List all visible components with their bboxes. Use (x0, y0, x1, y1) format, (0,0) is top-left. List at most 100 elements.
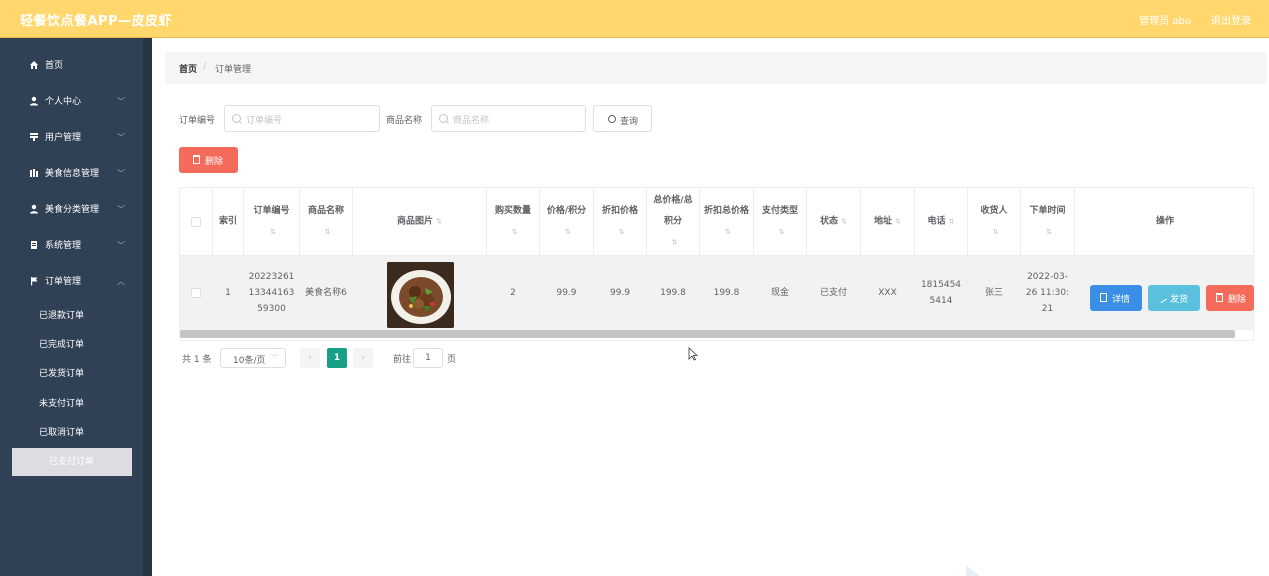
submenu-item-refunded[interactable]: 已退款订单 (0, 302, 143, 330)
table-cell-quantity: 2 (487, 256, 540, 330)
submenu-item-paid[interactable]: 已支付订单 (12, 448, 132, 476)
table-cell-product-image (353, 256, 487, 330)
food-icon (29, 168, 39, 178)
table-cell-product-name: 美食名称6 (300, 256, 353, 330)
sort-icon[interactable]: ⇅ (895, 211, 901, 232)
table-header-select (180, 188, 213, 256)
product-name-label: 商品名称 (386, 116, 423, 126)
breadcrumb-separator: / (203, 62, 207, 72)
sidebar-item-home[interactable]: 首页 (0, 48, 143, 84)
column-label: 订单编号 (253, 205, 290, 216)
table-header-quantity[interactable]: 购买数量 ⇅ (487, 188, 540, 256)
sort-icon[interactable]: ⇅ (841, 211, 847, 232)
table-header-price[interactable]: 价格/积分 ⇅ (540, 188, 594, 256)
submenu-item-label: 已退款订单 (39, 311, 85, 321)
sidebar-item-label: 美食分类管理 (45, 205, 100, 215)
sort-icon[interactable]: ⇅ (565, 222, 571, 243)
sidebar-item-label: 系统管理 (45, 241, 82, 251)
top-header: 轻餐饮点餐APP—皮皮虾 管理员 abo 退出登录 (0, 0, 1269, 38)
table-header-receiver[interactable]: 收货人 ⇅ (968, 188, 1021, 256)
product-name-input[interactable]: 商品名称 (431, 105, 586, 132)
prev-page-button[interactable]: ‹ (300, 348, 320, 368)
next-page-button[interactable]: › (353, 348, 373, 368)
product-name-placeholder: 商品名称 (453, 116, 490, 126)
column-label: 状态 (820, 216, 839, 226)
logout-link[interactable]: 退出登录 (1211, 12, 1251, 27)
table-horizontal-scrollbar[interactable] (180, 330, 1235, 338)
table-cell-status: 已支付 (807, 256, 861, 330)
row-delete-button[interactable]: 删除 (1206, 285, 1254, 311)
page-size-select[interactable]: 10条/页 ﹀ (220, 348, 286, 368)
search-icon (439, 114, 448, 123)
goto-page-input[interactable]: 1 (413, 348, 443, 368)
sidebar-scroll-rail (143, 38, 152, 576)
sort-icon[interactable]: ⇅ (949, 211, 955, 232)
product-image[interactable] (387, 262, 454, 328)
page-number-current[interactable]: 1 (327, 348, 347, 368)
sort-icon[interactable]: ⇅ (512, 222, 518, 243)
sort-icon[interactable]: ⇅ (993, 222, 999, 243)
sidebar-item-label: 订单管理 (45, 277, 82, 287)
sort-icon[interactable]: ⇅ (725, 222, 731, 243)
cell-text: 99.9 (609, 288, 631, 298)
table-header-product-name[interactable]: 商品名称 ⇅ (300, 188, 353, 256)
sort-icon[interactable]: ⇅ (672, 232, 678, 253)
submenu-item-shipped[interactable]: 已发货订单 (0, 360, 143, 388)
table-header-discount-price[interactable]: 折扣价格 ⇅ (594, 188, 647, 256)
chevron-down-icon: ﹀ (117, 205, 125, 214)
sidebar-item-label: 首页 (45, 61, 64, 71)
row-select-cell (180, 256, 213, 330)
table-header-address[interactable]: 地址 ⇅ (861, 188, 915, 256)
submenu-item-cancelled[interactable]: 已取消订单 (0, 419, 143, 447)
table-header-phone[interactable]: 电话 ⇅ (915, 188, 968, 256)
sidebar-item-food-info[interactable]: 美食信息管理 ﹀ (0, 156, 143, 192)
sort-icon[interactable]: ⇅ (270, 222, 276, 243)
sidebar-item-orders[interactable]: 订单管理 ︿ (0, 264, 143, 300)
submenu-item-unpaid[interactable]: 未支付订单 (0, 390, 143, 418)
submenu-item-completed[interactable]: 已完成订单 (0, 331, 143, 359)
sidebar-item-label: 用户管理 (45, 133, 82, 143)
chevron-down-icon: ﹀ (117, 133, 125, 142)
sidebar-item-users[interactable]: 用户管理 ﹀ (0, 120, 143, 156)
table-cell-order-no: 202232611334416359300 (244, 256, 300, 330)
row-checkbox[interactable] (191, 288, 201, 298)
column-label: 商品名称 (307, 205, 344, 216)
cell-text: XXX (878, 288, 897, 298)
sort-icon[interactable]: ⇅ (325, 222, 331, 243)
pagination-total: 共 1 条 (182, 355, 212, 365)
table-header-pay-type[interactable]: 支付类型 ⇅ (754, 188, 807, 256)
sort-icon[interactable]: ⇅ (619, 222, 625, 243)
table-header-order-time[interactable]: 下单时间 ⇅ (1021, 188, 1075, 256)
ship-button[interactable]: 发货 (1148, 285, 1200, 311)
query-button[interactable]: 查询 (593, 105, 652, 132)
table-header-order-no[interactable]: 订单编号 ⇅ (244, 188, 300, 256)
table-cell-discount-price: 99.9 (594, 256, 647, 330)
batch-delete-button[interactable]: 删除 (179, 147, 238, 173)
sort-icon[interactable]: ⇅ (436, 211, 442, 232)
column-label: 电话 (927, 216, 946, 226)
table-cell-discount-total: 199.8 (700, 256, 754, 330)
column-label: 商品图片 (397, 216, 434, 226)
table-cell-address: XXX (861, 256, 915, 330)
column-label: 索引 (218, 216, 237, 226)
sidebar-item-food-category[interactable]: 美食分类管理 ﹀ (0, 192, 143, 228)
submenu-item-label: 未支付订单 (39, 399, 85, 409)
order-no-input[interactable]: 订单编号 (224, 105, 380, 132)
chevron-left-icon: ‹ (308, 353, 312, 363)
sidebar-item-profile[interactable]: 个人中心 ﹀ (0, 84, 143, 120)
sort-icon[interactable]: ⇅ (779, 222, 785, 243)
user-icon (29, 96, 39, 106)
detail-button[interactable]: 详情 (1090, 285, 1142, 311)
select-all-checkbox[interactable] (191, 217, 201, 227)
sidebar-item-system[interactable]: 系统管理 ﹀ (0, 228, 143, 264)
table-header-discount-total[interactable]: 折扣总价格 ⇅ (700, 188, 754, 256)
cell-text: 99.9 (556, 288, 577, 298)
table-header-total[interactable]: 总价格/总积分 ⇅ (647, 188, 700, 256)
sort-icon[interactable]: ⇅ (1046, 222, 1052, 243)
cell-text: 199.8 (660, 288, 686, 298)
table-header-status[interactable]: 状态 ⇅ (807, 188, 861, 256)
document-icon (1100, 293, 1107, 302)
breadcrumb-home[interactable]: 首页 (179, 62, 197, 75)
table-header-actions: 操作 (1075, 188, 1253, 256)
table-header-product-image[interactable]: 商品图片 ⇅ (353, 188, 487, 256)
